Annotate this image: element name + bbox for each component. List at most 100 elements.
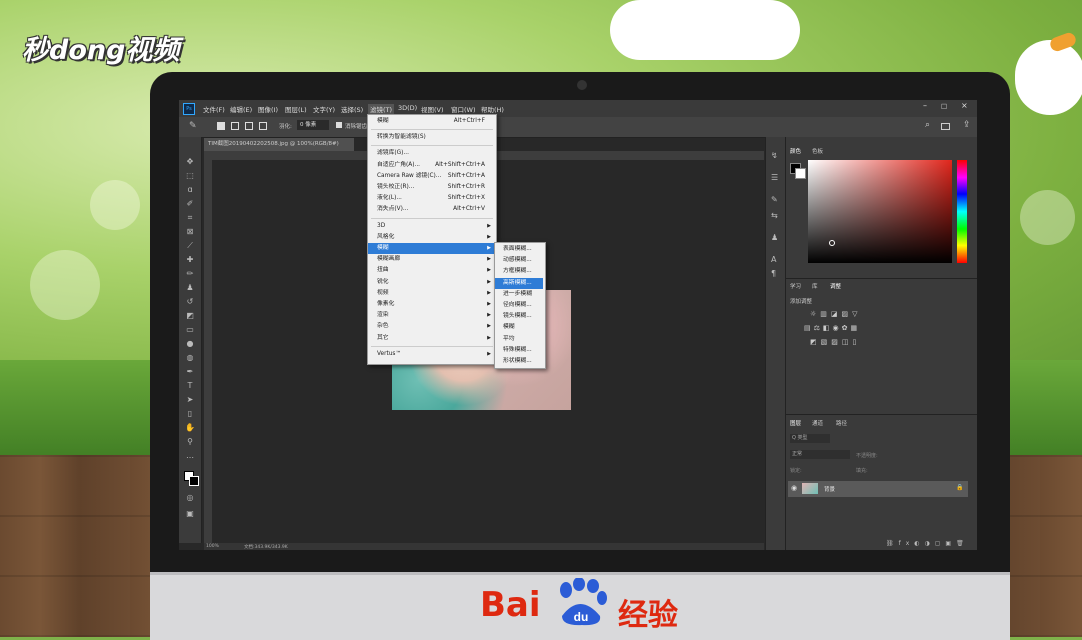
stamp-tool-icon[interactable]: ♟ (185, 283, 195, 292)
blur-menu-item[interactable]: 特殊模糊... (495, 345, 543, 356)
lasso-tool-icon[interactable]: ɑ (185, 185, 195, 194)
blur-menu-item[interactable]: 表面模糊... (495, 244, 543, 255)
filter-menu-item[interactable]: 其它 ▶ (368, 333, 494, 344)
feather-input[interactable]: 0 像素 (297, 120, 329, 130)
blur-menu-item[interactable]: 动感模糊... (495, 255, 543, 266)
menu-filter[interactable]: 滤镜(T) (368, 104, 395, 114)
menu-3d[interactable]: 3D(D) (398, 104, 417, 112)
filter-menu-item[interactable]: 3D ▶ (368, 221, 494, 232)
blur-menu-item[interactable]: 镜头模糊... (495, 311, 543, 322)
tab-color[interactable]: 颜色 (790, 147, 801, 155)
blur-menu-item[interactable]: 进一步模糊 (495, 289, 543, 300)
filter-menu-item[interactable]: 扭曲 ▶ (368, 265, 494, 276)
menu-type[interactable]: 文字(Y) (313, 104, 335, 114)
ps-app-icon[interactable]: Ps (183, 103, 195, 115)
tab-swatches[interactable]: 色板 (812, 147, 823, 155)
close-button[interactable]: × (961, 101, 968, 110)
filter-menu-item[interactable]: 转换为智能滤镜(S) (368, 132, 494, 143)
blend-mode-select[interactable]: 正常 (790, 450, 850, 459)
adjustment-icons-row-1[interactable]: ☼▥◪▨▽ (810, 310, 880, 318)
healing-tool-icon[interactable]: ✚ (185, 255, 195, 264)
gradient-tool-icon[interactable]: ▭ (185, 325, 195, 334)
minimize-button[interactable]: – (923, 101, 927, 110)
add-selection-icon[interactable] (231, 122, 239, 130)
filter-menu-item[interactable]: 模糊 ▶ (368, 243, 494, 255)
share-icon[interactable]: ⇪ (963, 120, 971, 130)
filter-menu-item[interactable]: Camera Raw 滤镜(C)... Shift+Ctrl+A (368, 171, 494, 182)
menu-edit[interactable]: 编辑(E) (230, 104, 252, 114)
filter-menu-item[interactable]: 滤镜库(G)... (368, 148, 494, 159)
background-color-swatch[interactable] (189, 476, 199, 486)
menu-layer[interactable]: 图层(L) (285, 104, 307, 114)
filter-menu-item[interactable]: 杂色 ▶ (368, 321, 494, 332)
eye-icon[interactable]: ◉ (791, 484, 797, 492)
dodge-tool-icon[interactable]: ◍ (185, 353, 195, 362)
blur-menu-item[interactable]: 模糊 (495, 322, 543, 333)
blur-menu-item[interactable]: 高斯模糊... (495, 277, 543, 289)
filter-menu-item[interactable]: 视频 ▶ (368, 288, 494, 299)
zoom-tool-icon[interactable]: ⚲ (185, 437, 195, 446)
pen-tool-icon[interactable]: ✒ (185, 367, 195, 376)
search-icon[interactable]: ⌕ (925, 120, 930, 130)
layer-kind-filter[interactable]: Q 类型 (790, 434, 830, 443)
crop-tool-icon[interactable]: ⌗ (185, 213, 195, 222)
filter-menu-item[interactable]: 锐化 ▶ (368, 277, 494, 288)
color-picker-field[interactable] (808, 160, 952, 263)
tab-layers[interactable]: 图层 (790, 419, 801, 427)
filter-menu-item[interactable]: 风格化 ▶ (368, 232, 494, 243)
menu-file[interactable]: 文件(F) (203, 104, 225, 114)
frame-tool-icon[interactable]: ⊠ (185, 227, 195, 236)
shape-tool-icon[interactable]: ▯ (185, 409, 195, 418)
path-select-icon[interactable]: ➤ (185, 395, 195, 404)
filter-menu-item[interactable]: Vertus™ ▶ (368, 349, 494, 360)
history-panel-icon[interactable]: ↯ (771, 151, 778, 160)
adjustment-icons-row-3[interactable]: ◩▧▨◫▯ (810, 338, 880, 346)
filter-menu-item[interactable]: 消失点(V)... Alt+Ctrl+V (368, 204, 494, 215)
tab-paths[interactable]: 路径 (836, 419, 847, 427)
filter-menu-item[interactable]: 模糊 Alt+Ctrl+F (368, 116, 494, 127)
filter-menu-item[interactable]: 液化(L)... Shift+Ctrl+X (368, 193, 494, 204)
new-selection-icon[interactable] (217, 122, 225, 130)
workspace-icon[interactable] (941, 123, 950, 130)
history-brush-icon[interactable]: ↺ (185, 297, 195, 306)
clone-panel-icon[interactable]: ♟ (771, 233, 778, 242)
hand-tool-icon[interactable]: ✋ (185, 423, 195, 432)
character-panel-icon[interactable]: A (771, 255, 776, 264)
zoom-level[interactable]: 100% (206, 544, 219, 549)
document-tab[interactable]: TIM截图20190402202508.jpg @ 100%(RGB/8#) (204, 138, 354, 151)
brush-panel-icon[interactable]: ✎ (771, 195, 778, 204)
color-picker-cursor[interactable] (829, 240, 835, 246)
menu-select[interactable]: 选择(S) (341, 104, 363, 114)
tab-channels[interactable]: 通道 (812, 419, 823, 427)
move-tool-icon[interactable]: ✥ (185, 157, 195, 166)
tab-learn[interactable]: 学习 (790, 282, 801, 290)
blur-menu-item[interactable]: 平均 (495, 334, 543, 345)
antialias-checkbox[interactable] (336, 122, 342, 128)
menu-view[interactable]: 视图(V) (421, 104, 444, 114)
filter-menu-item[interactable]: 自适应广角(A)... Alt+Shift+Ctrl+A (368, 160, 494, 171)
menu-window[interactable]: 窗口(W) (451, 104, 476, 114)
screen-mode-icon[interactable]: ▣ (185, 509, 195, 518)
layer-name[interactable]: 背景 (824, 485, 835, 493)
hue-slider[interactable] (957, 160, 967, 263)
intersect-selection-icon[interactable] (259, 122, 267, 130)
filter-menu-item[interactable]: 像素化 ▶ (368, 299, 494, 310)
type-tool-icon[interactable]: T (185, 381, 195, 390)
quick-select-tool-icon[interactable]: ✐ (185, 199, 195, 208)
lasso-tool-icon[interactable]: ✎ (189, 121, 197, 131)
blur-menu-item[interactable]: 方框模糊... (495, 266, 543, 277)
adjustment-icons-row-2[interactable]: ▤⚖◧◉✿▦ (804, 324, 884, 332)
tab-adjustments[interactable]: 调整 (830, 282, 841, 290)
layer-footer-icons[interactable]: ⛓fx◐◑▢▣🗑 (886, 540, 976, 547)
adjust-panel-icon[interactable]: ⇆ (771, 211, 778, 220)
tab-libraries[interactable]: 库 (812, 282, 818, 290)
bg-color-chip[interactable] (795, 168, 806, 179)
quick-mask-icon[interactable]: ◎ (185, 493, 195, 502)
subtract-selection-icon[interactable] (245, 122, 253, 130)
filter-menu-item[interactable]: 镜头校正(R)... Shift+Ctrl+R (368, 182, 494, 193)
blur-menu-item[interactable]: 形状模糊... (495, 356, 543, 367)
menu-image[interactable]: 图像(I) (258, 104, 278, 114)
paragraph-panel-icon[interactable]: ¶ (771, 269, 776, 278)
more-tools-icon[interactable]: ⋯ (185, 453, 195, 462)
layer-row[interactable]: ◉ 背景 🔒 (788, 481, 968, 497)
